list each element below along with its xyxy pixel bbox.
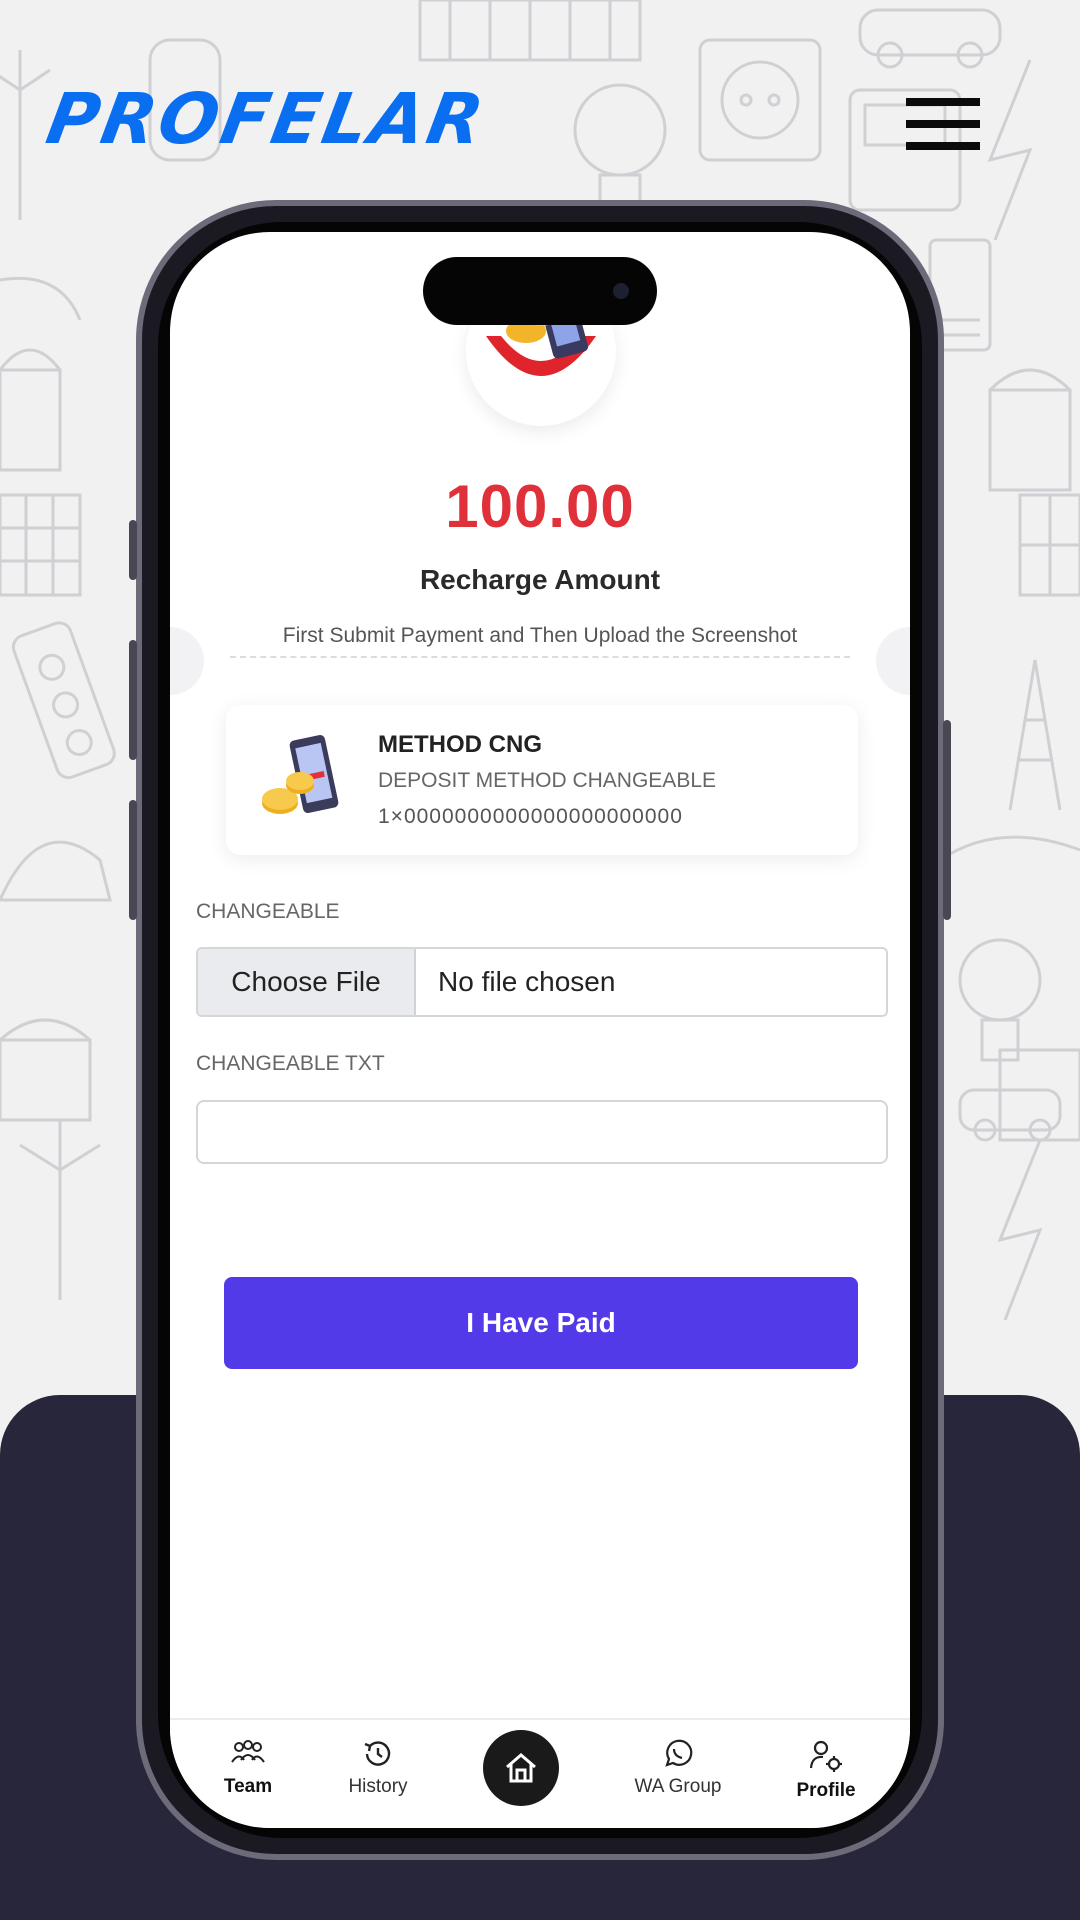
method-description: DEPOSIT METHOD CHANGEABLE	[378, 769, 717, 792]
tab-team-label: Team	[223, 1776, 273, 1797]
file-upload-input[interactable]: Choose File No file chosen	[196, 947, 888, 1017]
dynamic-island	[423, 257, 657, 325]
tab-home[interactable]	[483, 1730, 559, 1806]
file-upload-label: CHANGEABLE	[196, 900, 340, 923]
ticket-divider	[230, 656, 850, 658]
recharge-amount-label: Recharge Amount	[419, 564, 661, 595]
whatsapp-icon	[665, 1739, 693, 1767]
phone-screen: 100.00 Recharge Amount First Submit Paym…	[170, 232, 910, 1828]
changeable-text-input[interactable]	[196, 1100, 888, 1164]
phone-coins-icon	[262, 734, 339, 814]
tab-history-label: History	[348, 1776, 408, 1797]
tab-team[interactable]: Team	[188, 1738, 308, 1798]
profile-settings-icon	[809, 1740, 842, 1772]
payment-instruction: First Submit Payment and Then Upload the…	[282, 624, 798, 647]
phone-side-button	[943, 720, 951, 920]
hamburger-menu-icon[interactable]	[906, 98, 980, 150]
tab-wa-group-label: WA Group	[634, 1776, 722, 1797]
text-field-label: CHANGEABLE TXT	[196, 1052, 385, 1075]
method-name: METHOD CNG	[378, 731, 542, 758]
recharge-amount: 100.00	[445, 473, 635, 540]
tab-profile-label: Profile	[796, 1780, 856, 1801]
tab-history[interactable]: History	[318, 1738, 438, 1798]
phone-side-button	[129, 520, 137, 580]
tab-profile[interactable]: Profile	[766, 1738, 886, 1802]
i-have-paid-button[interactable]: I Have Paid	[224, 1277, 858, 1369]
team-icon	[231, 1740, 265, 1763]
brand-logo: PROFELAR	[40, 78, 493, 160]
home-icon	[506, 1753, 536, 1783]
choose-file-button[interactable]: Choose File	[198, 949, 416, 1015]
method-account-number: 1×0000000000000000000000	[378, 805, 683, 828]
phone-side-button	[129, 640, 137, 760]
file-status-text: No file chosen	[438, 966, 616, 997]
phone-side-button	[129, 800, 137, 920]
bottom-tab-bar: Team History WA Group Profile	[170, 1718, 910, 1828]
tab-wa-group[interactable]: WA Group	[618, 1738, 738, 1798]
history-icon	[364, 1741, 391, 1766]
payment-method-card[interactable]: METHOD CNG DEPOSIT METHOD CHANGEABLE 1×0…	[226, 705, 858, 855]
